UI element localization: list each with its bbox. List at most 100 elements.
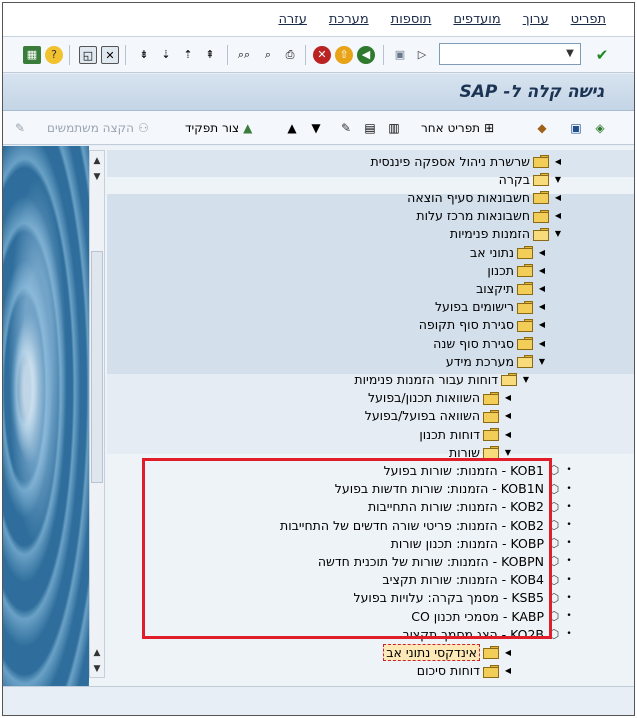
find-icon[interactable]: ⌕ [259, 46, 277, 64]
collapsed-caret-icon[interactable]: ◀ [536, 284, 548, 293]
other-menu-button[interactable]: ⊞ תפריט אחר [421, 119, 494, 137]
tree-transaction-item[interactable]: • ⬡ KOB2 - הזמנות: שורות התחייבות [107, 498, 634, 516]
prev-page-icon[interactable]: ⇡ [179, 46, 197, 64]
collapsed-caret-icon[interactable]: ◀ [502, 411, 514, 420]
chevron-down-icon[interactable]: ▼ [560, 44, 580, 64]
collapsed-caret-icon[interactable]: ◀ [536, 339, 548, 348]
menu-item-edit[interactable]: ערוך [523, 12, 549, 27]
exit-icon[interactable]: ⇧ [335, 46, 353, 64]
collapsed-caret-icon[interactable]: ◀ [552, 193, 564, 202]
tree-item-label: תכנון [487, 262, 514, 278]
tree-folder-item[interactable]: ◀ חשבונאות סעיף הוצאה [107, 188, 634, 206]
find-next-icon[interactable]: ⌕⌕ [235, 46, 253, 64]
tree-transaction-item[interactable]: • ⬡ KSB5 - מסמך בקרה: עלויות בפועל [107, 589, 634, 607]
tree-transaction-item[interactable]: • ⬡ KOBPN - הזמנות: שורות של תוכנית חדשה [107, 552, 634, 570]
collapsed-caret-icon[interactable]: ◀ [536, 320, 548, 329]
collapsed-caret-icon[interactable]: ◀ [502, 430, 514, 439]
command-input[interactable] [440, 44, 558, 64]
tree-folder-item[interactable]: ▼ מערכת מידע [107, 352, 634, 370]
tree-item-label: KO2B - הצג מסמך תקציב [402, 626, 544, 642]
tree-folder-item[interactable]: ◀ סגירת סוף שנה [107, 334, 634, 352]
save-icon[interactable]: ▣ [391, 46, 409, 64]
expanded-caret-icon[interactable]: ▼ [552, 229, 564, 238]
first-page-icon[interactable]: ⇞ [201, 46, 219, 64]
scroll-down-icon[interactable]: ▼ [90, 169, 104, 185]
enter-triangle-icon[interactable]: ▷ [413, 46, 431, 64]
transaction-cube-icon: ⬡ [548, 499, 560, 514]
scroll-down-icon[interactable]: ▼ [90, 661, 104, 677]
move-down-icon[interactable]: ▼ [307, 119, 325, 137]
tree-folder-item[interactable]: ▼ הזמנות פנימיות [107, 225, 634, 243]
create-role-button[interactable]: ▲ צור תפקיד [185, 119, 252, 137]
tree-folder-item[interactable]: ◀ אינדקסי נתוני אב [107, 643, 634, 661]
tree-transaction-item[interactable]: • ⬡ KABP - מסמכי תכנון CO [107, 607, 634, 625]
menu-item-menu[interactable]: תפריט [571, 12, 606, 27]
tree-item-label: דוחות עבור הזמנות פנימיות [354, 371, 498, 387]
tree-folder-item[interactable]: ◀ תכנון [107, 261, 634, 279]
tree-folder-item[interactable]: ◀ סגירת סוף תקופה [107, 316, 634, 334]
pencil-icon[interactable]: ✎ [337, 119, 355, 137]
tree-folder-item[interactable]: ▼ שורות [107, 443, 634, 461]
tree-transaction-item[interactable]: • ⬡ KOBP - הזמנות: תכנון שורות [107, 534, 634, 552]
menu-item-favorites[interactable]: מועדפים [453, 12, 500, 27]
last-page-icon[interactable]: ⇟ [135, 46, 153, 64]
transaction-cube-icon: ⬡ [548, 463, 560, 478]
tree-folder-item[interactable]: ◀ נתוני אב [107, 243, 634, 261]
tree-folder-item[interactable]: ◀ דוחות סיכום [107, 662, 634, 680]
tree-transaction-item[interactable]: • ⬡ KOB2 - הזמנות: פריטי שורה חדשים של התח… [107, 516, 634, 534]
new-session-icon[interactable]: ◱ [79, 46, 97, 64]
expanded-caret-icon[interactable]: ▼ [520, 375, 532, 384]
collapsed-caret-icon[interactable]: ◀ [536, 302, 548, 311]
tree-folder-item[interactable]: ▼ דוחות עבור הזמנות פנימיות [107, 370, 634, 388]
menu-item-help[interactable]: עזרה [278, 12, 306, 27]
collapsed-caret-icon[interactable]: ◀ [552, 211, 564, 220]
tree-transaction-item[interactable]: • ⬡ KO2B - הצג מסמך תקציב [107, 625, 634, 643]
expanded-caret-icon[interactable]: ▼ [536, 357, 548, 366]
title-bar: גישה קלה ל- SAP [3, 74, 634, 111]
cancel-icon[interactable]: ✕ [313, 46, 331, 64]
help-icon[interactable]: ? [45, 46, 63, 64]
check-icon[interactable]: ✔ [593, 46, 611, 64]
collapsed-caret-icon[interactable]: ◀ [502, 666, 514, 675]
collapsed-caret-icon[interactable]: ◀ [552, 157, 564, 166]
tree-folder-item[interactable]: ◀ דוחות תכנון [107, 425, 634, 443]
scroll-up-icon[interactable]: ▲ [90, 645, 104, 661]
tree-folder-item[interactable]: ◀ השוואות תכנון/בפועל [107, 389, 634, 407]
shortcut-icon[interactable]: ✕ [101, 46, 119, 64]
tree-folder-item[interactable]: ◀ השוואה בפועל/בפועל [107, 407, 634, 425]
layout-icon[interactable]: ▦ [23, 46, 41, 64]
tree-folder-item[interactable]: ◀ חשבונאות מרכז עלות [107, 207, 634, 225]
move-up-icon[interactable]: ▲ [283, 119, 301, 137]
menu-item-extras[interactable]: תוספות [391, 12, 432, 27]
assign-users-button[interactable]: ⚇ הקצה משתמשים [47, 119, 149, 137]
tree-folder-item[interactable]: ◀ רישומים בפועל [107, 298, 634, 316]
collapsed-caret-icon[interactable]: ◀ [502, 648, 514, 657]
scroll-thumb[interactable] [91, 251, 103, 483]
next-page-icon[interactable]: ⇣ [157, 46, 175, 64]
tree-transaction-item[interactable]: • ⬡ KOB1 - הזמנות: שורות בפועל [107, 461, 634, 479]
add-favorite-icon[interactable]: ▥ [385, 119, 403, 137]
tree-item-label: סגירת סוף תקופה [418, 317, 514, 333]
bullet-icon: • [566, 520, 572, 530]
user-menu-icon[interactable]: ▣ [567, 119, 585, 137]
scroll-up-icon[interactable]: ▲ [90, 153, 104, 169]
tree-folder-item[interactable]: ▼ בקרה [107, 170, 634, 188]
delete-favorite-icon[interactable]: ▤ [361, 119, 379, 137]
tree-folder-item[interactable]: ◀ שרשרת ניהול אספקה פיננסית [107, 152, 634, 170]
back-icon[interactable]: ◀ [357, 46, 375, 64]
command-field[interactable]: ▼ [439, 43, 581, 65]
favorites-icon[interactable]: ◆ [533, 119, 551, 137]
tree-transaction-item[interactable]: • ⬡ KOB4 - הזמנות: שורות תקציב [107, 571, 634, 589]
tree-item-label: אינדקסי נתוני אב [383, 643, 480, 661]
sap-menu-icon[interactable]: ◈ [591, 119, 609, 137]
print-icon[interactable]: ⎙ [281, 46, 299, 64]
collapsed-caret-icon[interactable]: ◀ [536, 266, 548, 275]
tree-transaction-item[interactable]: • ⬡ KOB1N - הזמנות: שורות חדשות בפועל [107, 480, 634, 498]
tree-scrollbar[interactable]: ▲ ▼ ▲ ▼ [89, 150, 105, 678]
collapsed-caret-icon[interactable]: ◀ [536, 248, 548, 257]
menu-item-system[interactable]: מערכת [329, 12, 369, 27]
tree-folder-item[interactable]: ◀ תיקצוב [107, 279, 634, 297]
collapsed-caret-icon[interactable]: ◀ [502, 393, 514, 402]
expanded-caret-icon[interactable]: ▼ [552, 175, 564, 184]
expanded-caret-icon[interactable]: ▼ [502, 448, 514, 457]
